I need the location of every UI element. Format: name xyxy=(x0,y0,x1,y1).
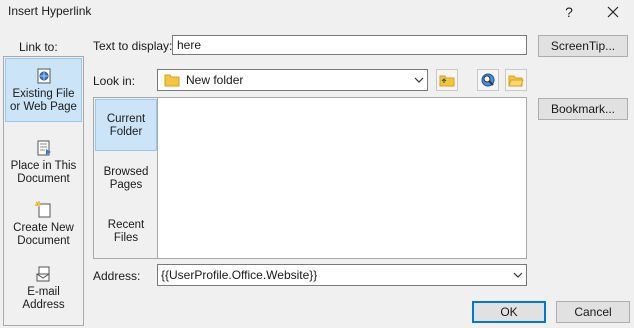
chevron-down-icon xyxy=(409,70,427,90)
look-in-value: New folder xyxy=(186,73,244,87)
create-new-line2: Document xyxy=(17,235,70,247)
address-combobox[interactable]: {{UserProfile.Office.Website}} xyxy=(157,264,527,286)
link-to-label: Link to: xyxy=(19,40,58,54)
close-icon xyxy=(607,6,619,18)
up-folder-button[interactable] xyxy=(436,69,458,91)
existing-file-line1: Existing File xyxy=(12,88,75,100)
chevron-down-icon xyxy=(508,265,526,285)
look-in-dropdown[interactable]: New folder xyxy=(157,69,428,91)
nav-browsed-pages[interactable]: Browsed Pages xyxy=(95,154,157,204)
existing-file-line2: or Web Page xyxy=(10,101,77,113)
link-to-panel: Existing File or Web Page Place in This … xyxy=(3,56,84,326)
open-folder-icon xyxy=(508,75,524,87)
new-document-icon xyxy=(34,201,50,218)
ok-button[interactable]: OK xyxy=(472,301,546,323)
place-in-document-line2: Document xyxy=(17,173,70,185)
browse-nav-panel: Current Folder Browsed Pages Recent File… xyxy=(93,97,157,259)
text-to-display-input[interactable]: here xyxy=(172,35,527,55)
text-to-display-label: Text to display: xyxy=(93,39,173,53)
existing-file-icon xyxy=(37,68,50,84)
folder-icon xyxy=(164,74,180,87)
nav-browsed-pages-line2: Pages xyxy=(109,179,143,191)
nav-current-folder-line2: Folder xyxy=(109,126,143,138)
cancel-button[interactable]: Cancel xyxy=(556,301,630,323)
link-to-place-in-document[interactable]: Place in This Document xyxy=(5,133,82,193)
browse-file-button[interactable] xyxy=(505,69,527,91)
nav-current-folder-line1: Current xyxy=(106,113,146,125)
close-button[interactable] xyxy=(596,0,630,24)
nav-recent-files-line2: Files xyxy=(113,232,139,244)
place-in-document-icon xyxy=(37,140,51,156)
screentip-button[interactable]: ScreenTip... xyxy=(538,35,628,57)
up-folder-icon xyxy=(439,75,455,87)
link-to-email-address[interactable]: E-mail Address xyxy=(5,261,82,321)
email-icon xyxy=(36,266,49,282)
help-icon: ? xyxy=(565,4,573,20)
place-in-document-line1: Place in This xyxy=(10,160,77,172)
nav-recent-files-line1: Recent xyxy=(107,219,145,231)
link-to-create-new-document[interactable]: Create New Document xyxy=(5,197,82,257)
look-in-label: Look in: xyxy=(93,74,136,88)
dialog-title: Insert Hyperlink xyxy=(8,4,92,18)
email-line1: E-mail xyxy=(27,286,60,298)
link-to-existing-file[interactable]: Existing File or Web Page xyxy=(5,58,82,122)
bookmark-button[interactable]: Bookmark... xyxy=(538,98,628,120)
create-new-line1: Create New xyxy=(13,222,74,234)
browse-web-button[interactable] xyxy=(477,69,499,91)
email-line2: Address xyxy=(22,299,65,311)
nav-recent-files[interactable]: Recent Files xyxy=(95,207,157,257)
help-button[interactable]: ? xyxy=(552,0,586,24)
file-list[interactable] xyxy=(157,97,527,259)
address-value: {{UserProfile.Office.Website}} xyxy=(161,268,318,282)
address-label: Address: xyxy=(93,269,141,283)
nav-current-folder[interactable]: Current Folder xyxy=(95,99,157,151)
browse-web-icon xyxy=(481,73,495,87)
nav-browsed-pages-line1: Browsed xyxy=(103,166,149,178)
